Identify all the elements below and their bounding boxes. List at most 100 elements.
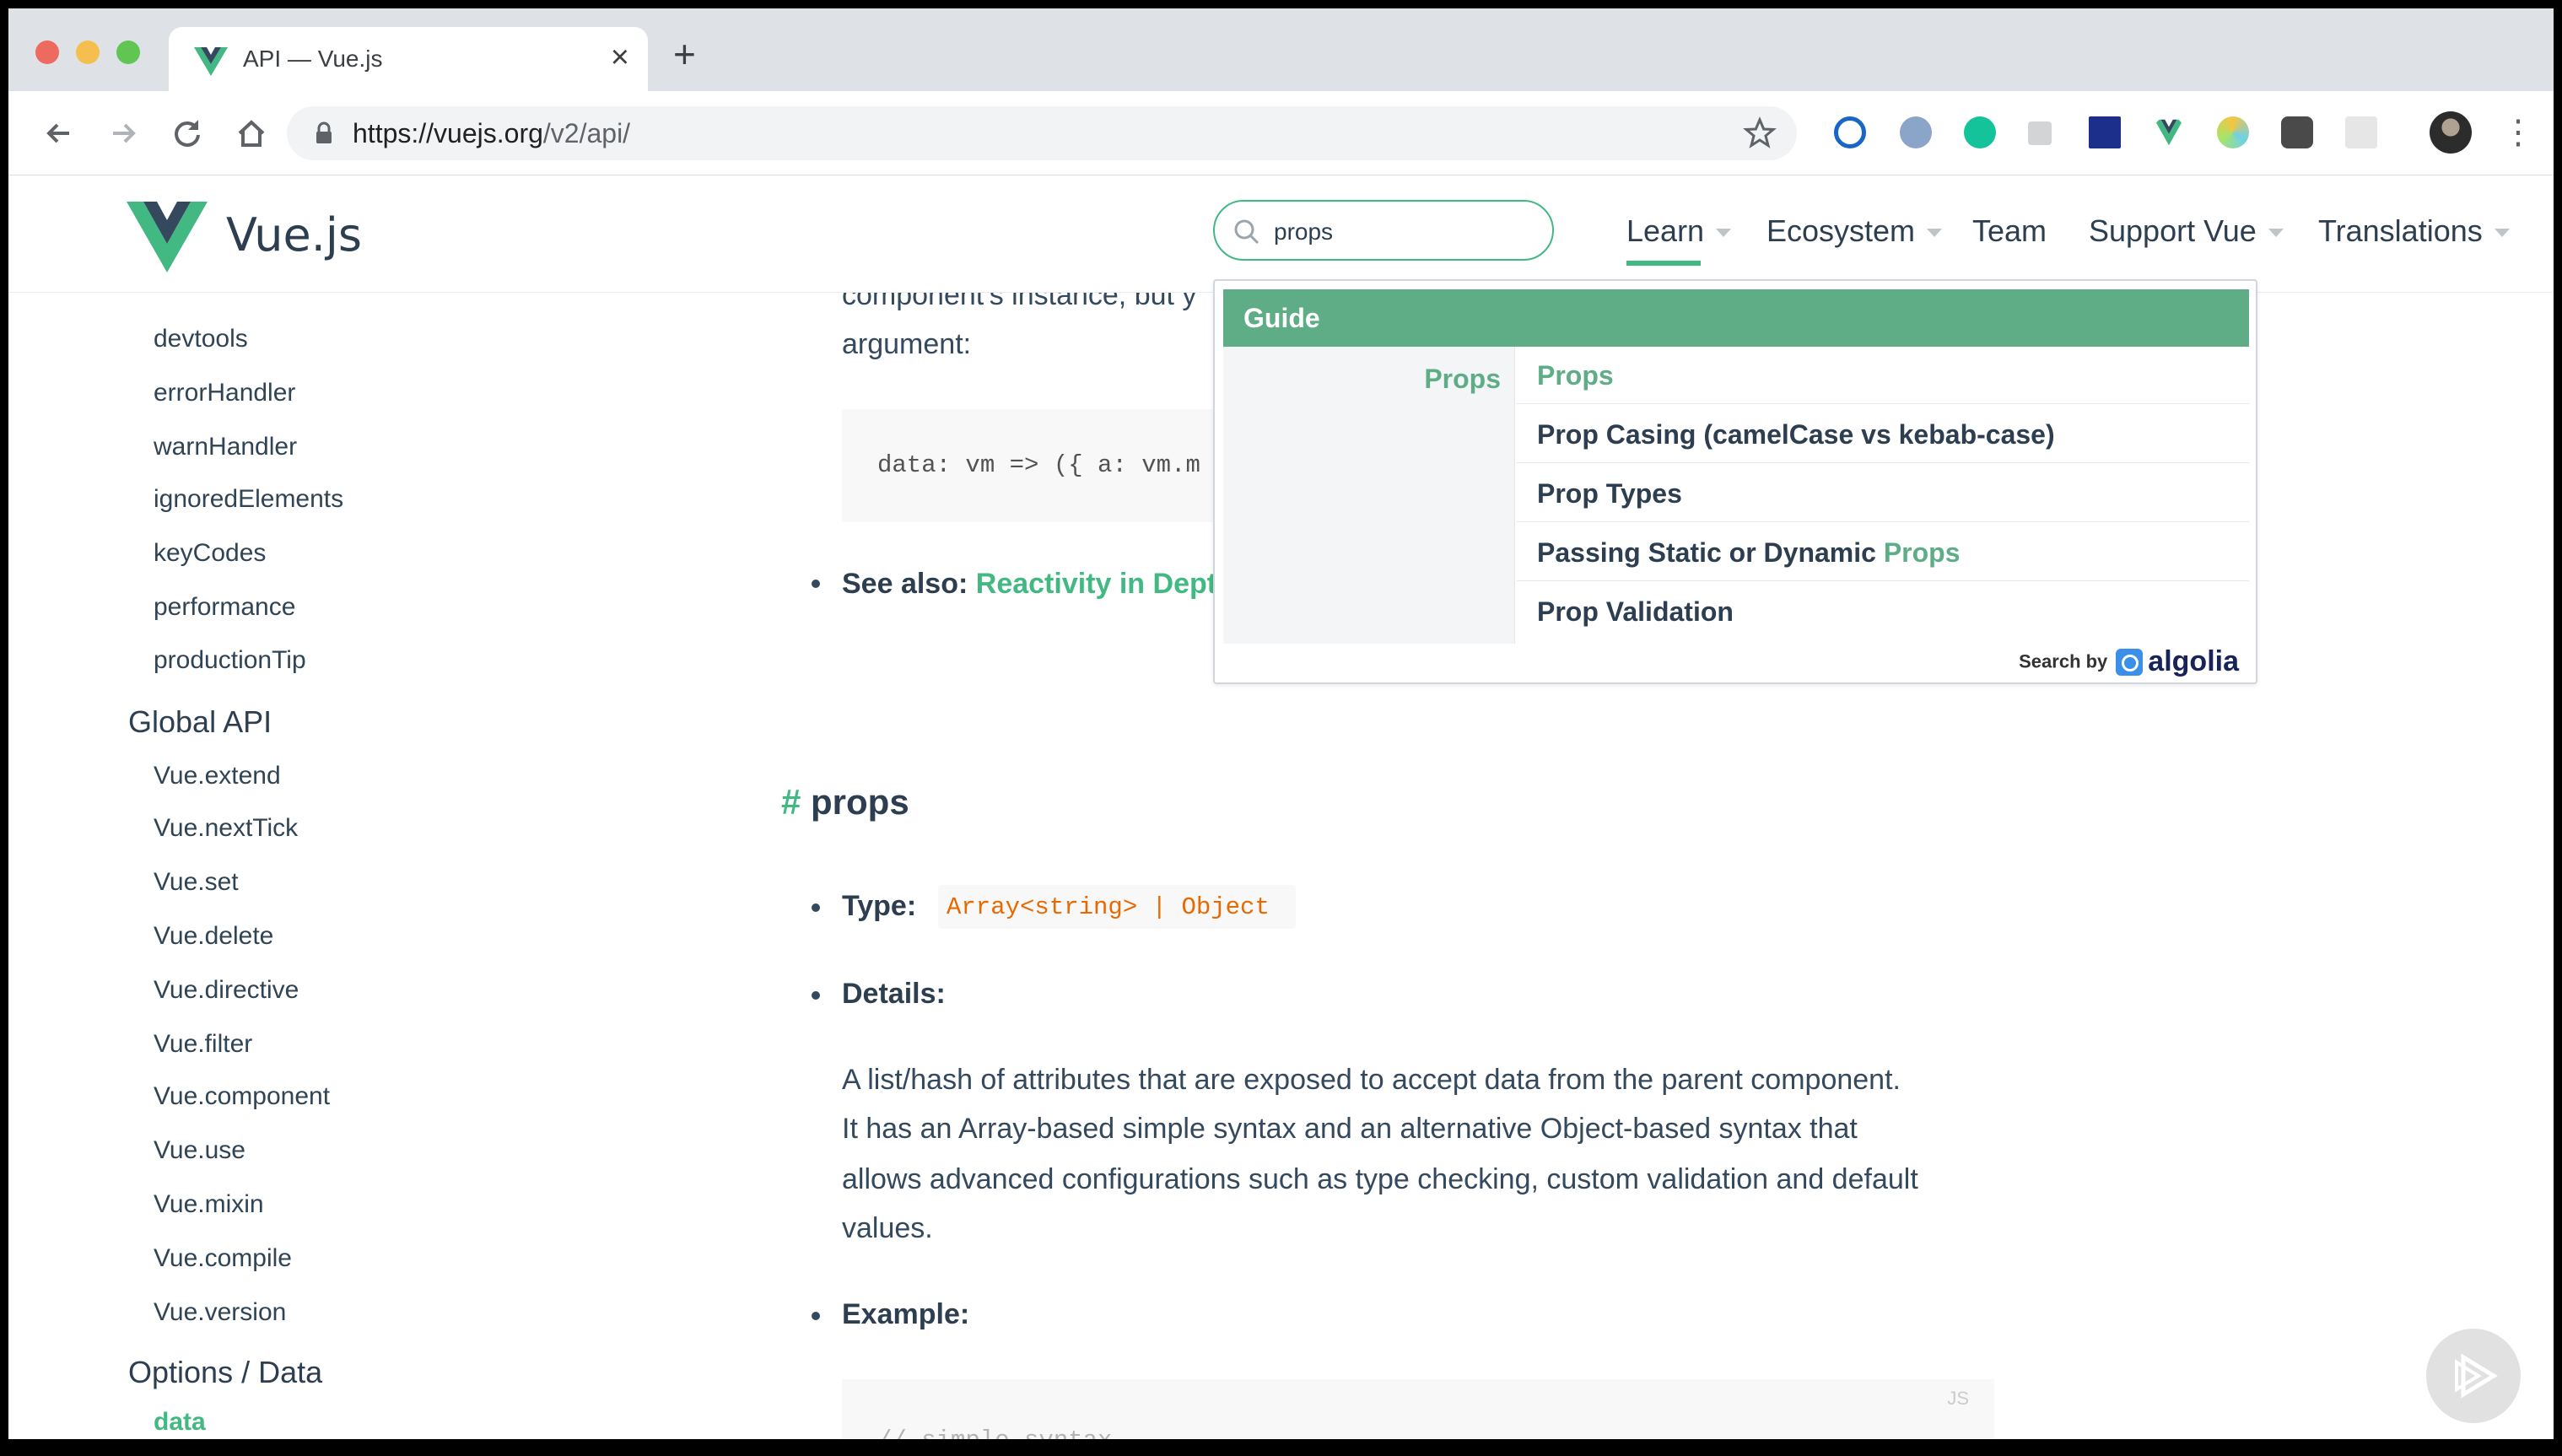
- search-result-item[interactable]: Props: [1517, 347, 2249, 404]
- reload-icon[interactable]: [169, 115, 206, 152]
- result-title: Passing Static or Dynamic: [1537, 537, 1884, 568]
- sidebar-item-vue-compile[interactable]: Vue.compile: [154, 1244, 292, 1273]
- nav-ecosystem-label: Ecosystem: [1766, 213, 1916, 248]
- sidebar-item-devtools[interactable]: devtools: [154, 325, 248, 353]
- search-by-label: Search by: [2019, 650, 2108, 672]
- sidebar-item-vue-nexttick[interactable]: Vue.nextTick: [154, 814, 298, 843]
- search-results-dropdown: Guide Props Props Prop Casing (camelCase…: [1213, 279, 2257, 684]
- grammarly-icon[interactable]: [1964, 116, 1996, 148]
- browser-window: API — Vue.js × + https://vuejs.org/v2/ap…: [8, 8, 2554, 1439]
- section-heading-props: # props: [781, 782, 909, 822]
- settings-ext-icon[interactable]: [2281, 116, 2313, 148]
- sidebar-item-data[interactable]: data: [154, 1408, 206, 1437]
- result-category-header: Guide: [1223, 289, 2249, 347]
- chevron-down-icon: [1716, 229, 1732, 238]
- vue-devtools-icon[interactable]: [2153, 116, 2185, 148]
- example-code-block: JS // simple syntax: [842, 1379, 1994, 1439]
- gray-ext-icon[interactable]: [2028, 121, 2052, 145]
- result-category-label: Guide: [1243, 303, 1320, 333]
- play-overlay-icon[interactable]: [2426, 1329, 2521, 1423]
- bullet: [812, 991, 820, 1000]
- search-box[interactable]: [1213, 200, 1554, 261]
- nav-active-underline: [1626, 261, 1701, 266]
- nav-team[interactable]: Team: [1972, 213, 2047, 249]
- vue-logo-icon[interactable]: [127, 202, 208, 272]
- profile-avatar[interactable]: [2430, 111, 2472, 154]
- search-result-item[interactable]: Prop Types: [1517, 465, 2249, 522]
- chevron-down-icon: [1927, 229, 1943, 238]
- 1password-icon[interactable]: [1834, 116, 1866, 148]
- search-result-item[interactable]: Passing Static or Dynamic Props: [1517, 524, 2249, 581]
- sidebar-heading-options-data[interactable]: Options / Data: [128, 1355, 322, 1390]
- type-inline-code: Array<string> | Object: [938, 885, 1296, 929]
- nav-learn[interactable]: Learn: [1626, 213, 1732, 249]
- nav-support-vue[interactable]: Support Vue: [2089, 213, 2284, 249]
- site-logo-text[interactable]: Vue.js: [226, 208, 362, 262]
- sidebar-item-productiontip[interactable]: productionTip: [154, 646, 306, 675]
- example-label: Example:: [842, 1298, 970, 1330]
- sidebar-item-errorhandler[interactable]: errorHandler: [154, 379, 295, 407]
- sidebar-item-performance[interactable]: performance: [154, 593, 295, 622]
- tab-close-icon[interactable]: ×: [611, 39, 629, 76]
- url-host: https://vuejs.org: [353, 118, 543, 148]
- sidebar-item-vue-directive[interactable]: Vue.directive: [154, 976, 299, 1005]
- result-title: Prop Types: [1537, 478, 1682, 509]
- sidebar-item-vue-mixin[interactable]: Vue.mixin: [154, 1190, 264, 1219]
- light-ext-icon[interactable]: [2345, 116, 2377, 148]
- nav-ecosystem[interactable]: Ecosystem: [1766, 213, 1943, 249]
- dark-blue-ext-icon[interactable]: [2089, 116, 2121, 148]
- back-icon[interactable]: [40, 115, 78, 152]
- sidebar-item-vue-set[interactable]: Vue.set: [154, 868, 239, 897]
- algolia-icon: [2116, 648, 2144, 676]
- minimize-window-button[interactable]: [76, 40, 100, 64]
- details-line: allows advanced configurations such as t…: [842, 1163, 1918, 1195]
- props-heading-text: props: [811, 782, 909, 822]
- site-header: Vue.js Learn Ecosystem Team Support Vue …: [8, 176, 2554, 684]
- bullet: [812, 580, 820, 588]
- close-window-button[interactable]: [35, 40, 59, 64]
- result-highlight: Props: [1883, 537, 1961, 568]
- maximize-window-button[interactable]: [116, 40, 140, 64]
- sidebar-item-vue-delete[interactable]: Vue.delete: [154, 922, 273, 951]
- search-result-item[interactable]: Prop Casing (camelCase vs kebab-case): [1517, 406, 2249, 463]
- chevron-down-icon: [2494, 229, 2510, 238]
- result-highlight: Props: [1537, 360, 1614, 391]
- colorful-ext-icon[interactable]: [2217, 116, 2249, 148]
- sidebar-item-vue-use[interactable]: Vue.use: [154, 1136, 245, 1165]
- algolia-attribution[interactable]: Search by algolia: [2019, 645, 2239, 679]
- result-title: Prop Casing (camelCase vs kebab-case): [1537, 419, 2055, 450]
- forward-icon[interactable]: [105, 115, 142, 152]
- sidebar-item-vue-filter[interactable]: Vue.filter: [154, 1030, 252, 1059]
- nav-team-label: Team: [1972, 213, 2047, 248]
- algolia-brand: algolia: [2148, 645, 2239, 677]
- sidebar-item-vue-extend[interactable]: Vue.extend: [154, 762, 281, 790]
- reactivity-link[interactable]: Reactivity in Dept: [976, 568, 1216, 600]
- sidebar-item-keycodes[interactable]: keyCodes: [154, 539, 266, 568]
- puzzle-ext-icon[interactable]: [1900, 116, 1932, 148]
- result-subcategory-label: Props: [1424, 364, 1501, 394]
- sidebar-heading-global-api[interactable]: Global API: [128, 704, 272, 740]
- home-icon[interactable]: [233, 115, 270, 152]
- web-page: Vue.js Learn Ecosystem Team Support Vue …: [8, 176, 2554, 1439]
- search-input[interactable]: [1274, 215, 1535, 249]
- nav-translations[interactable]: Translations: [2318, 213, 2510, 249]
- search-result-item[interactable]: Prop Validation: [1517, 583, 2249, 640]
- anchor-hash-link[interactable]: #: [781, 782, 801, 822]
- address-bar[interactable]: https://vuejs.org/v2/api/: [287, 106, 1797, 160]
- sidebar-item-warnhandler[interactable]: warnHandler: [154, 433, 297, 461]
- new-tab-button[interactable]: +: [673, 35, 696, 73]
- details-line: A list/hash of attributes that are expos…: [842, 1064, 1901, 1096]
- type-label: Type:: [842, 890, 917, 922]
- see-also-line: See also: Reactivity in Dept: [842, 568, 1216, 601]
- vue-favicon-icon: [194, 47, 228, 76]
- details-label: Details:: [842, 978, 946, 1010]
- browser-menu-icon[interactable]: ⋮: [2501, 111, 2535, 154]
- bookmark-star-icon[interactable]: [1743, 116, 1777, 150]
- details-line: values.: [842, 1212, 933, 1244]
- browser-tab[interactable]: API — Vue.js ×: [169, 27, 648, 91]
- sidebar-item-vue-component[interactable]: Vue.component: [154, 1082, 330, 1111]
- sidebar-item-ignoredelements[interactable]: ignoredElements: [154, 485, 343, 514]
- nav-translations-label: Translations: [2318, 213, 2483, 248]
- sidebar-item-vue-version[interactable]: Vue.version: [154, 1298, 286, 1327]
- tab-strip: API — Vue.js × +: [8, 8, 2554, 91]
